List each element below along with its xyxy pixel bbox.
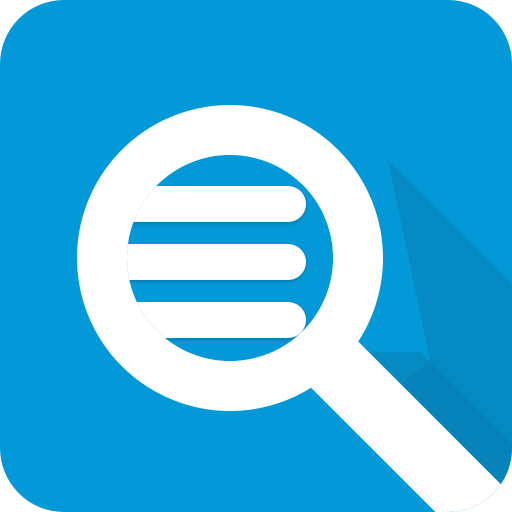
list-line-2 <box>127 244 306 280</box>
app-icon[interactable] <box>0 0 512 512</box>
search-list-icon <box>0 0 512 512</box>
